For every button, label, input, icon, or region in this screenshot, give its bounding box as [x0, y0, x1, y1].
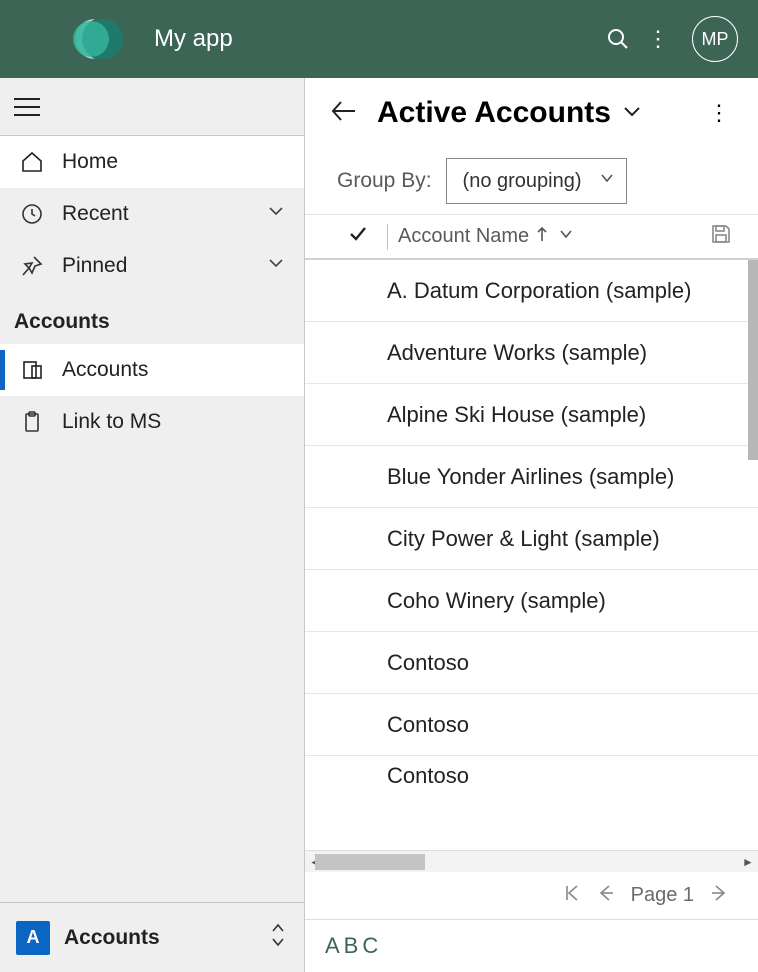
select-all-checkbox[interactable]	[347, 223, 377, 250]
header-more-button[interactable]: ⋮	[638, 19, 678, 59]
list-item[interactable]: Contoso	[305, 632, 758, 694]
groupby-select[interactable]: (no grouping)	[446, 158, 627, 204]
horizontal-scrollbar[interactable]: ◄ ►	[305, 850, 758, 872]
view-header: Active Accounts ⋮	[305, 78, 758, 148]
column-header-row: Account Name	[305, 214, 758, 260]
area-tile: A	[16, 921, 50, 955]
sidebar-group-label: Accounts	[0, 292, 304, 344]
updown-icon	[268, 921, 288, 954]
alpha-filter[interactable]: ABC	[325, 933, 382, 959]
sidebar-item-home[interactable]: Home	[0, 136, 304, 188]
groupby-value: (no grouping)	[463, 170, 582, 193]
alpha-filter-bar: ABC	[305, 920, 758, 972]
app-logo-icon	[68, 11, 124, 67]
chevron-down-icon	[557, 225, 575, 249]
view-more-button[interactable]: ⋮	[704, 100, 734, 126]
sidebar-item-accounts[interactable]: Accounts	[0, 344, 304, 396]
view-title[interactable]: Active Accounts	[377, 96, 611, 130]
area-label: Accounts	[64, 926, 268, 950]
scroll-right-icon[interactable]: ►	[738, 851, 758, 873]
sidebar: Home Recent Pinned Accou	[0, 78, 305, 972]
pager: Page 1	[305, 872, 758, 920]
chevron-down-icon	[598, 169, 616, 193]
column-header-label: Account Name	[398, 225, 529, 248]
sidebar-item-label: Home	[62, 150, 118, 174]
groupby-label: Group By:	[337, 169, 432, 193]
save-view-icon[interactable]	[710, 223, 732, 250]
sidebar-item-label: Pinned	[62, 254, 127, 278]
pager-page-label: Page 1	[631, 884, 694, 907]
chevron-down-icon	[266, 201, 286, 227]
list-item[interactable]: Contoso	[305, 694, 758, 756]
account-list: A. Datum Corporation (sample) Adventure …	[305, 260, 758, 850]
area-switcher[interactable]: A Accounts	[0, 902, 304, 972]
user-avatar[interactable]: MP	[692, 16, 738, 62]
list-item[interactable]: Adventure Works (sample)	[305, 322, 758, 384]
pin-icon	[18, 252, 46, 280]
groupby-row: Group By: (no grouping)	[305, 148, 758, 214]
list-item[interactable]: Alpine Ski House (sample)	[305, 384, 758, 446]
list-item[interactable]: A. Datum Corporation (sample)	[305, 260, 758, 322]
sidebar-item-label: Link to MS	[62, 410, 161, 434]
sort-asc-icon	[535, 225, 549, 249]
vertical-scrollbar[interactable]	[748, 260, 758, 460]
clock-icon	[18, 200, 46, 228]
sidebar-item-recent[interactable]: Recent	[0, 188, 304, 240]
list-item[interactable]: Contoso	[305, 756, 758, 796]
app-title: My app	[154, 25, 598, 53]
home-icon	[18, 148, 46, 176]
accounts-icon	[18, 356, 46, 384]
pager-prev-button[interactable]	[589, 883, 623, 909]
view-selector-chevron-icon[interactable]	[621, 100, 643, 127]
clipboard-icon	[18, 408, 46, 436]
back-button[interactable]	[329, 97, 365, 130]
list-item[interactable]: Blue Yonder Airlines (sample)	[305, 446, 758, 508]
sidebar-item-label: Recent	[62, 202, 129, 226]
sidebar-item-pinned[interactable]: Pinned	[0, 240, 304, 292]
chevron-down-icon	[266, 253, 286, 279]
column-header-account-name[interactable]: Account Name	[398, 225, 575, 249]
sidebar-item-link-to-ms[interactable]: Link to MS	[0, 396, 304, 448]
pager-next-button[interactable]	[702, 883, 736, 909]
pager-first-button[interactable]	[555, 883, 589, 909]
list-item[interactable]: Coho Winery (sample)	[305, 570, 758, 632]
app-header: My app ⋮ MP	[0, 0, 758, 78]
scrollbar-thumb[interactable]	[315, 854, 425, 870]
search-button[interactable]	[598, 19, 638, 59]
main-content: Active Accounts ⋮ Group By: (no grouping…	[305, 78, 758, 972]
list-item[interactable]: City Power & Light (sample)	[305, 508, 758, 570]
sidebar-item-label: Accounts	[62, 358, 148, 382]
hamburger-button[interactable]	[0, 78, 304, 136]
